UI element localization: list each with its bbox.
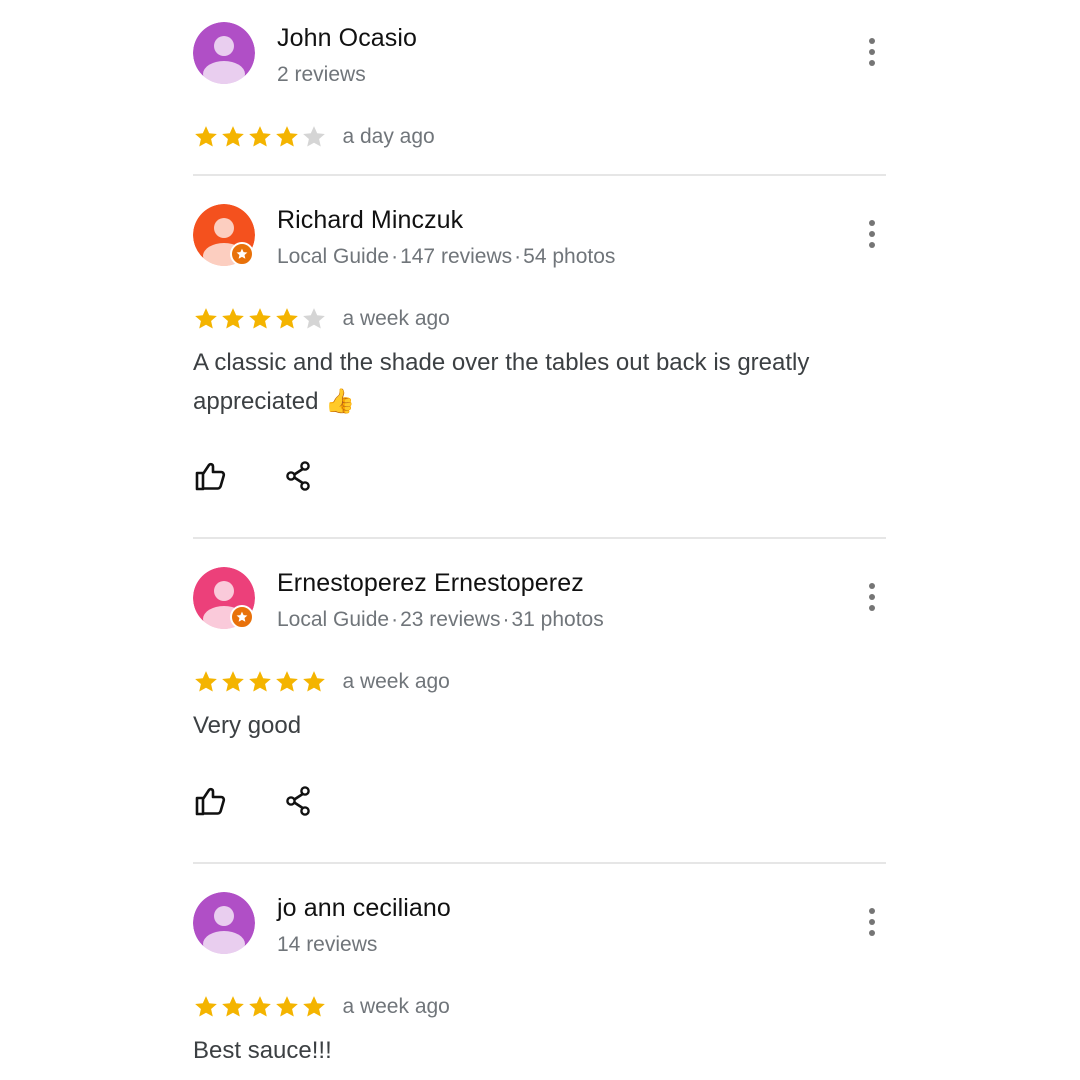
star-filled-icon <box>276 996 298 1017</box>
rating-row: a week ago <box>193 669 450 699</box>
star-filled-icon <box>222 671 244 692</box>
review-text: A classic and the shade over the tables … <box>193 349 810 415</box>
review-time: a week ago <box>342 307 450 330</box>
more-options-icon[interactable] <box>861 218 883 250</box>
rating-row: a week ago <box>193 994 450 1024</box>
star-filled-icon <box>303 671 325 692</box>
review-actions <box>193 783 323 823</box>
rating-row: a week ago <box>193 306 450 336</box>
like-icon[interactable] <box>193 783 229 819</box>
photo-count: 54 photos <box>523 245 616 268</box>
more-options-icon[interactable] <box>861 581 883 613</box>
divider <box>193 537 886 539</box>
star-empty-icon <box>303 126 325 147</box>
share-icon[interactable] <box>281 783 317 819</box>
local-guide-badge-icon <box>230 242 254 266</box>
reviewer-name[interactable]: Richard Minczuk <box>277 206 463 235</box>
reviewer-meta: Local Guide·23 reviews·31 photos <box>277 608 604 631</box>
review-count: 23 reviews <box>400 608 501 631</box>
star-rating <box>193 124 328 150</box>
more-options-icon[interactable] <box>861 906 883 938</box>
review-count: 2 reviews <box>277 63 366 86</box>
star-filled-icon <box>276 308 298 329</box>
divider <box>193 862 886 864</box>
avatar[interactable] <box>193 892 255 954</box>
share-icon[interactable] <box>281 458 317 494</box>
reviewer-name[interactable]: John Ocasio <box>277 24 417 53</box>
rating-row: a day ago <box>193 124 435 154</box>
star-filled-icon <box>249 308 271 329</box>
star-filled-icon <box>276 126 298 147</box>
star-filled-icon <box>195 126 217 147</box>
review-time: a week ago <box>342 670 450 693</box>
photo-count: 31 photos <box>511 608 604 631</box>
star-filled-icon <box>249 126 271 147</box>
reviewer-meta: 2 reviews <box>277 63 366 87</box>
reviewer-meta: Local Guide·147 reviews·54 photos <box>277 245 616 268</box>
star-rating <box>193 994 328 1020</box>
review-time: a day ago <box>342 125 435 148</box>
reviewer-meta: 14 reviews <box>277 933 377 957</box>
local-guide-label: Local Guide <box>277 608 390 631</box>
star-filled-icon <box>195 308 217 329</box>
star-filled-icon <box>303 996 325 1017</box>
review-count: 147 reviews <box>400 245 513 268</box>
divider <box>193 174 886 176</box>
reviewer-name[interactable]: Ernestoperez Ernestoperez <box>277 569 584 598</box>
star-filled-icon <box>222 126 244 147</box>
star-rating <box>193 306 328 332</box>
star-filled-icon <box>195 671 217 692</box>
local-guide-label: Local Guide <box>277 245 390 268</box>
more-options-icon[interactable] <box>861 36 883 68</box>
review-actions <box>193 458 323 498</box>
review-time: a week ago <box>342 995 450 1018</box>
star-filled-icon <box>276 671 298 692</box>
star-rating <box>193 669 328 695</box>
star-filled-icon <box>222 996 244 1017</box>
thumbs-up-emoji: 👍 <box>325 387 355 415</box>
review-text: Best sauce!!! <box>193 1037 332 1064</box>
star-filled-icon <box>222 308 244 329</box>
star-filled-icon <box>249 996 271 1017</box>
star-filled-icon <box>249 671 271 692</box>
review-count: 14 reviews <box>277 933 378 956</box>
person-icon <box>193 22 255 84</box>
review-text: Very good <box>193 712 302 739</box>
local-guide-badge-icon <box>230 605 254 629</box>
avatar[interactable] <box>193 22 255 84</box>
reviewer-name[interactable]: jo ann ceciliano <box>277 894 451 923</box>
person-icon <box>193 892 255 954</box>
like-icon[interactable] <box>193 458 229 494</box>
star-filled-icon <box>195 996 217 1017</box>
star-empty-icon <box>303 308 325 329</box>
